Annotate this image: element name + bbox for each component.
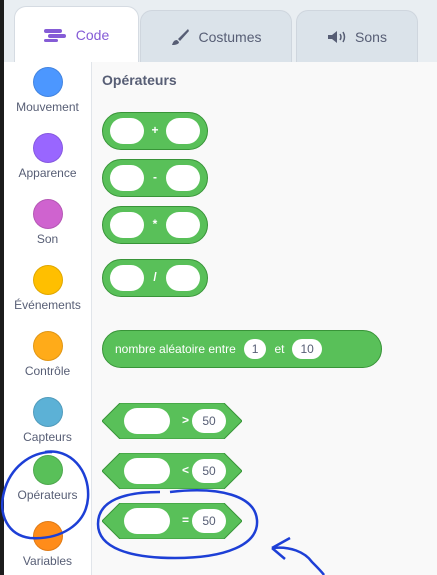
category-label: Contrôle xyxy=(24,364,71,378)
category-label: Son xyxy=(36,232,59,246)
random-from-input[interactable]: 1 xyxy=(243,339,267,359)
category-controle[interactable]: Contrôle xyxy=(4,331,91,378)
number-slot[interactable] xyxy=(166,212,200,238)
category-dot xyxy=(32,331,63,361)
add-block[interactable]: + xyxy=(102,112,208,150)
random-number-block[interactable]: nombre aléatoire entre 1 et 10 xyxy=(102,330,382,368)
category-dot xyxy=(32,397,63,427)
tab-sons-label: Sons xyxy=(355,29,387,45)
equals-block[interactable]: = 50 xyxy=(102,503,242,539)
category-apparence[interactable]: Apparence xyxy=(4,133,91,180)
tab-sons[interactable]: Sons xyxy=(296,10,418,63)
multiply-block[interactable]: * xyxy=(102,206,208,244)
operator-symbol: > xyxy=(182,413,190,427)
category-evenements[interactable]: Événements xyxy=(4,265,91,312)
category-dot xyxy=(32,133,63,163)
tab-costumes[interactable]: Costumes xyxy=(140,10,292,63)
random-and-label: et xyxy=(274,342,285,356)
category-label: Variables xyxy=(22,554,73,568)
value-slot[interactable] xyxy=(124,508,170,534)
tab-code-label: Code xyxy=(75,27,110,43)
speaker-icon xyxy=(327,30,347,44)
tab-code[interactable]: Code xyxy=(14,6,139,63)
category-dot xyxy=(32,67,63,97)
number-slot[interactable] xyxy=(166,265,200,291)
value-slot[interactable] xyxy=(124,408,170,434)
divide-block[interactable]: / xyxy=(102,259,208,297)
value-slot[interactable] xyxy=(124,458,170,484)
category-label: Capteurs xyxy=(23,430,72,444)
number-slot[interactable] xyxy=(166,165,200,191)
category-dot xyxy=(32,265,63,295)
tab-bar: Code Costumes Sons xyxy=(4,0,437,63)
palette-title: Opérateurs xyxy=(102,72,177,88)
greater-than-block[interactable]: > 50 xyxy=(102,403,242,439)
category-menu: Mouvement Apparence Son Événements Contr… xyxy=(4,62,92,575)
value-input[interactable]: 50 xyxy=(192,509,226,533)
category-variables[interactable]: Variables xyxy=(4,521,91,568)
value-input[interactable]: 50 xyxy=(192,459,226,483)
category-operateurs[interactable]: Opérateurs xyxy=(4,455,91,502)
category-dot xyxy=(32,521,63,551)
category-label: Événements xyxy=(14,298,81,312)
number-slot[interactable] xyxy=(166,118,200,144)
category-label: Mouvement xyxy=(16,100,79,114)
paintbrush-icon xyxy=(170,28,190,46)
tab-costumes-label: Costumes xyxy=(198,29,262,45)
category-dot xyxy=(32,455,63,485)
random-label: nombre aléatoire entre xyxy=(115,342,236,356)
less-than-block[interactable]: < 50 xyxy=(102,453,242,489)
operator-symbol: < xyxy=(182,463,190,477)
category-son[interactable]: Son xyxy=(4,199,91,246)
category-dot xyxy=(32,199,63,229)
subtract-block[interactable]: - xyxy=(102,159,208,197)
operator-symbol: = xyxy=(182,513,190,527)
category-label: Opérateurs xyxy=(17,488,78,502)
category-mouvement[interactable]: Mouvement xyxy=(4,67,91,114)
value-input[interactable]: 50 xyxy=(192,409,226,433)
block-palette: Opérateurs + - * / nombre aléatoire entr… xyxy=(92,62,437,575)
category-capteurs[interactable]: Capteurs xyxy=(4,397,91,444)
category-label: Apparence xyxy=(18,166,77,180)
code-icon xyxy=(43,28,68,42)
random-to-input[interactable]: 10 xyxy=(292,339,322,359)
